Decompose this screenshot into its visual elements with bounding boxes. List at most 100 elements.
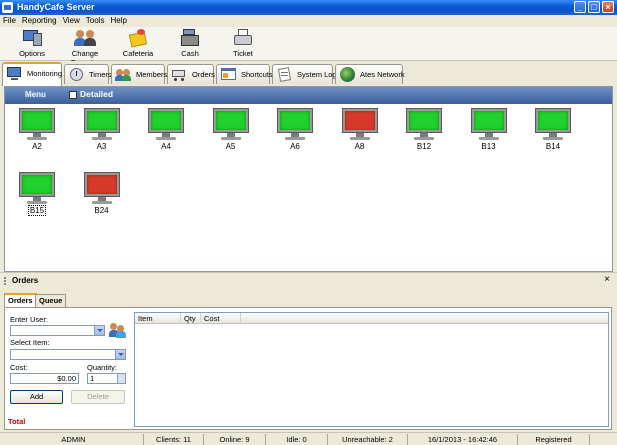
computer-tile[interactable]: B15 — [17, 172, 57, 222]
maximize-button[interactable]: □ — [588, 1, 600, 13]
computer-tile[interactable]: A5 — [211, 108, 251, 158]
computer-name-text: A5 — [225, 142, 236, 151]
status-screen — [22, 111, 52, 130]
computer-tile[interactable]: A6 — [275, 108, 315, 158]
cash-button[interactable]: Cash — [173, 29, 207, 58]
orders-grid[interactable]: Item Qty Cost — [134, 312, 609, 427]
computer-name-text: A6 — [290, 142, 300, 151]
status-screen — [86, 175, 117, 194]
detailed-label[interactable]: Detailed — [80, 89, 113, 99]
computer-tile[interactable]: B13 — [469, 108, 509, 158]
status-bar: ADMIN Clients: 11 Online: 9 Idle: 0 Unre… — [0, 432, 617, 445]
computer-monitor-icon — [148, 108, 184, 133]
computer-name: B14 — [533, 142, 573, 151]
computer-name: B15 — [17, 205, 57, 216]
status-screen — [409, 111, 439, 130]
menu-tools[interactable]: Tools — [83, 15, 108, 27]
cash-label: Cash — [181, 49, 199, 58]
delete-button[interactable]: Delete — [71, 390, 125, 404]
panel-grip-icon[interactable] — [4, 277, 6, 285]
monitor-base — [27, 201, 47, 204]
tab-shortcuts-label: Shortcuts — [241, 70, 273, 79]
total-label: Total — [8, 417, 26, 426]
tab-system-log[interactable]: System Log — [272, 64, 337, 84]
monitoring-panel: Menu Detailed A2 A3 A4 A5 A6 A8 B12 B13 B14 B15 B2… — [4, 86, 613, 272]
monitor-base — [220, 137, 241, 140]
orders-panel-header: Orders × — [0, 272, 617, 288]
computer-name-text: A3 — [96, 142, 107, 151]
monitor-base — [285, 137, 305, 140]
add-button[interactable]: Add — [10, 390, 63, 404]
cafeteria-button[interactable]: Cafeteria — [121, 29, 155, 58]
computer-name-text: A8 — [354, 142, 365, 151]
computer-monitor-icon — [83, 172, 120, 197]
monitor-base — [478, 137, 499, 140]
options-button[interactable]: Options — [14, 29, 50, 58]
select-item-combo[interactable] — [10, 349, 126, 360]
tab-ates-network[interactable]: Ates Network — [335, 64, 405, 84]
computer-name-text: B12 — [416, 142, 432, 151]
quantity-value: 1 — [90, 374, 95, 383]
status-screen — [473, 111, 504, 130]
status-idle: Idle: 0 — [266, 434, 328, 445]
tab-monitoring[interactable]: Monitoring — [2, 62, 62, 86]
computer-tile[interactable]: A8 — [340, 108, 380, 158]
menu-reporting[interactable]: Reporting — [19, 15, 60, 27]
options-computer-icon — [21, 29, 43, 46]
orders-panel: Orders × Orders Queue Enter User: Select… — [0, 272, 617, 431]
orders-body: Enter User: Select Item: Cost: Quantity:… — [4, 307, 612, 430]
window-title: HandyCafe Server — [17, 2, 95, 12]
status-screen — [215, 111, 246, 130]
quantity-stepper[interactable]: 1 — [87, 373, 126, 384]
user-lookup-icon[interactable] — [109, 322, 127, 338]
enter-user-combo[interactable] — [10, 325, 105, 336]
menu-help[interactable]: Help — [107, 15, 129, 27]
column-qty[interactable]: Qty — [181, 313, 201, 324]
status-screen — [86, 111, 117, 130]
tab-orders-label: Orders — [192, 70, 215, 79]
computer-name: A5 — [211, 142, 251, 151]
computer-monitor-icon — [19, 172, 55, 197]
status-unreachable: Unreachable: 2 — [328, 434, 408, 445]
computer-tile[interactable]: A2 — [17, 108, 57, 158]
computer-name: B13 — [469, 142, 509, 151]
spin-arrows-icon[interactable] — [117, 374, 125, 383]
computer-name-text: B15 — [27, 205, 47, 216]
computer-monitor-icon — [277, 108, 313, 133]
cafeteria-label: Cafeteria — [122, 49, 154, 58]
close-panel-icon[interactable]: × — [604, 274, 610, 285]
monitor-base — [543, 137, 563, 140]
column-item[interactable]: Item — [135, 313, 181, 324]
chevron-down-icon[interactable] — [115, 350, 125, 359]
toolbar: Options Change Operator Cafeteria Cash T… — [0, 27, 617, 67]
monitor-icon — [6, 66, 23, 81]
computer-monitor-icon — [341, 108, 378, 133]
chevron-down-icon[interactable] — [94, 326, 104, 335]
close-button[interactable]: × — [602, 1, 614, 13]
cart-icon — [171, 67, 188, 82]
ticket-printer-icon — [232, 29, 254, 46]
computer-monitor-icon — [470, 108, 507, 133]
minimize-button[interactable]: _ — [574, 1, 586, 13]
computer-tile[interactable]: B14 — [533, 108, 573, 158]
cost-field[interactable]: $0.00 — [10, 373, 79, 384]
computer-tile[interactable]: A3 — [82, 108, 122, 158]
tab-shortcuts[interactable]: Shortcuts — [216, 64, 273, 84]
menu-file[interactable]: File — [0, 15, 19, 27]
computer-tile[interactable]: B12 — [404, 108, 444, 158]
computer-tile[interactable]: A4 — [146, 108, 186, 158]
menu-view[interactable]: View — [60, 15, 83, 27]
menu-label[interactable]: Menu — [25, 90, 46, 99]
tab-orders-sub[interactable]: Orders — [4, 293, 37, 308]
computer-tile[interactable]: B24 — [82, 172, 122, 222]
computer-monitor-icon — [19, 108, 55, 133]
column-cost[interactable]: Cost — [201, 313, 241, 324]
select-item-label: Select Item: — [10, 338, 50, 347]
ticket-button[interactable]: Ticket — [226, 29, 260, 58]
tab-queue[interactable]: Queue — [35, 294, 67, 307]
clock-icon — [68, 67, 85, 82]
tab-members[interactable]: Members — [111, 64, 167, 84]
tab-timers[interactable]: Timers — [64, 64, 112, 84]
detailed-checkbox[interactable] — [69, 91, 77, 99]
tab-orders[interactable]: Orders — [167, 64, 215, 84]
